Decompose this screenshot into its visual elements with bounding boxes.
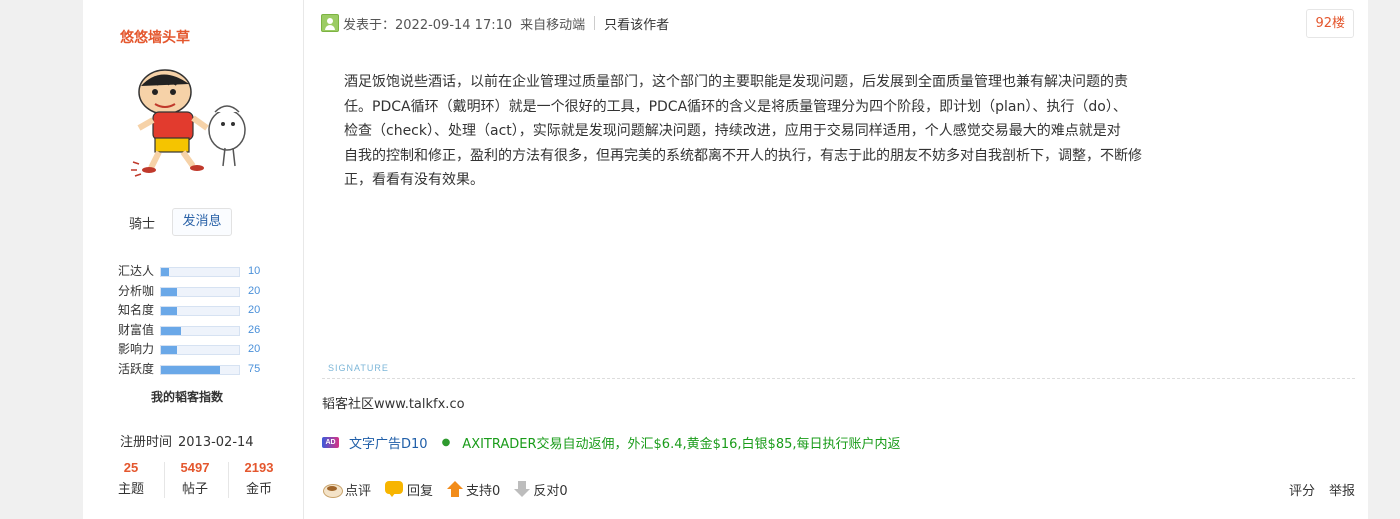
oppose-button[interactable]: 反对0 xyxy=(514,480,568,499)
stat-bar xyxy=(160,345,240,355)
stat-row: 知名度 20 xyxy=(118,303,278,317)
stat-label: 汇达人 xyxy=(118,264,155,278)
post-source[interactable]: 来自移动端 xyxy=(520,14,585,33)
stat-bar xyxy=(160,286,240,297)
stat-bar-fill xyxy=(161,287,177,296)
author-only-link[interactable]: 只看该作者 xyxy=(604,14,669,33)
support-label: 支持0 xyxy=(466,483,501,499)
content-line: 任。PDCA循环（戴明环）就是一个很好的工具，PDCA循环的含义是将质量管理分为… xyxy=(344,98,1127,115)
comment-button[interactable]: 点评 xyxy=(322,480,371,499)
stat-row: 影响力 20 xyxy=(118,342,278,356)
oppose-label: 反对0 xyxy=(533,483,568,499)
ad-type-link[interactable]: 文字广告D10 xyxy=(349,433,428,452)
stat-row: 分析咖 20 xyxy=(118,284,278,298)
registration-date: 2013-02-14 xyxy=(178,435,254,450)
stat-bar xyxy=(160,306,240,316)
stat-label: 影响力 xyxy=(118,342,155,356)
stat-value: 75 xyxy=(248,362,261,375)
report-link[interactable]: 举报 xyxy=(1329,480,1355,499)
signature-divider xyxy=(322,378,1355,379)
stat-bar xyxy=(160,325,240,336)
count-number: 5497 xyxy=(180,460,210,475)
registration-info: 注册时间 2013-02-14 xyxy=(120,431,254,450)
content-line: 检查（check）、处理（act），实际就是发现问题解决问题，持续改进，应用于交… xyxy=(344,123,1121,139)
signature-label: SIGNATURE xyxy=(328,363,389,373)
arrow-up-icon xyxy=(447,481,464,497)
stat-row: 财富值 26 xyxy=(118,323,278,337)
post-main: 发表于：2022-09-14 17:10 来自移动端 只看该作者 92楼 酒足饭… xyxy=(305,0,1368,519)
stat-bar xyxy=(160,364,240,375)
send-message-button[interactable]: 发消息 xyxy=(172,208,232,236)
stat-label: 财富值 xyxy=(118,322,155,337)
post-content: 酒足饭饱说些酒话，以前在企业管理过质量部门，这个部门的主要职能是发现问题，后发展… xyxy=(344,70,1224,193)
count-label: 帖子 xyxy=(181,482,208,497)
author-sidebar: 悠悠墙头草 骑士 发消息 汇达人 10 分析咖 20 知名度 20 财富值 26… xyxy=(83,0,304,519)
author-rank: 骑士 xyxy=(129,217,156,232)
topics-count[interactable]: 25 主题 xyxy=(101,460,161,497)
stat-value: 20 xyxy=(248,343,261,355)
stat-bar-fill xyxy=(161,326,181,335)
talkfx-index-link[interactable]: 我的韬客指数 xyxy=(151,388,223,405)
coffee-cup-icon xyxy=(322,481,343,498)
author-avatar[interactable] xyxy=(127,62,253,180)
post-header: 发表于：2022-09-14 17:10 来自移动端 只看该作者 xyxy=(321,13,669,33)
stat-bar xyxy=(160,267,240,277)
count-label: 主题 xyxy=(117,482,144,497)
stat-bar-fill xyxy=(161,268,169,276)
content-line: 自我的控制和修正，盈利的方法有很多，但再完美的系统都离不开人的执行，有志于此的朋… xyxy=(344,147,1142,164)
stat-bar-fill xyxy=(161,307,177,315)
coins-count[interactable]: 2193 金币 xyxy=(229,460,289,497)
stat-value: 26 xyxy=(248,323,261,336)
stat-label: 分析咖 xyxy=(118,283,155,298)
post-right-actions: 评分 举报 xyxy=(1275,480,1355,499)
posts-count[interactable]: 5497 帖子 xyxy=(165,460,225,497)
divider xyxy=(594,16,596,30)
count-number: 2193 xyxy=(244,460,274,475)
ad-bullet: ● xyxy=(441,437,451,448)
post-card: 悠悠墙头草 骑士 发消息 汇达人 10 分析咖 20 知名度 20 财富值 26… xyxy=(83,0,1368,519)
post-timestamp: 发表于：2022-09-14 17:10 xyxy=(343,17,513,33)
author-counts: 25 主题 5497 帖子 2193 金币 xyxy=(101,460,291,500)
post-actions: 点评 回复 支持0 反对0 xyxy=(322,478,582,500)
stat-value: 20 xyxy=(248,304,261,316)
stat-bar-fill xyxy=(161,346,177,354)
stat-label: 知名度 xyxy=(118,303,155,317)
comment-label: 点评 xyxy=(345,483,372,499)
stat-row: 活跃度 75 xyxy=(118,362,278,376)
text-ad: AD 文字广告D10 ● AXITRADER交易自动返佣，外汇$6.4,黄金$1… xyxy=(322,433,901,452)
ad-link[interactable]: AXITRADER交易自动返佣，外汇$6.4,黄金$16,白银$85,每日执行账… xyxy=(462,433,900,452)
user-icon xyxy=(321,14,339,32)
content-line: 酒足饭饱说些酒话，以前在企业管理过质量部门，这个部门的主要职能是发现问题，后发展… xyxy=(344,74,1128,90)
signature-text: 韬客社区www.talkfx.co xyxy=(322,397,465,412)
author-username[interactable]: 悠悠墙头草 xyxy=(120,27,190,47)
reply-button[interactable]: 回复 xyxy=(385,480,433,499)
ad-badge-icon: AD xyxy=(322,437,339,448)
stat-row: 汇达人 10 xyxy=(118,264,278,278)
arrow-down-icon xyxy=(514,481,531,497)
registration-label: 注册时间 xyxy=(120,435,173,450)
speech-bubble-icon xyxy=(385,481,404,497)
stat-value: 20 xyxy=(248,284,261,297)
rate-link[interactable]: 评分 xyxy=(1289,480,1315,499)
floor-number[interactable]: 92楼 xyxy=(1306,9,1354,38)
count-label: 金币 xyxy=(245,482,272,497)
stat-bar-fill xyxy=(161,365,220,374)
support-button[interactable]: 支持0 xyxy=(447,480,500,499)
content-line: 正，看看有没有效果。 xyxy=(344,172,484,188)
reply-label: 回复 xyxy=(407,483,434,499)
count-number: 25 xyxy=(123,460,139,475)
stat-value: 10 xyxy=(248,265,261,277)
stat-label: 活跃度 xyxy=(118,361,155,376)
